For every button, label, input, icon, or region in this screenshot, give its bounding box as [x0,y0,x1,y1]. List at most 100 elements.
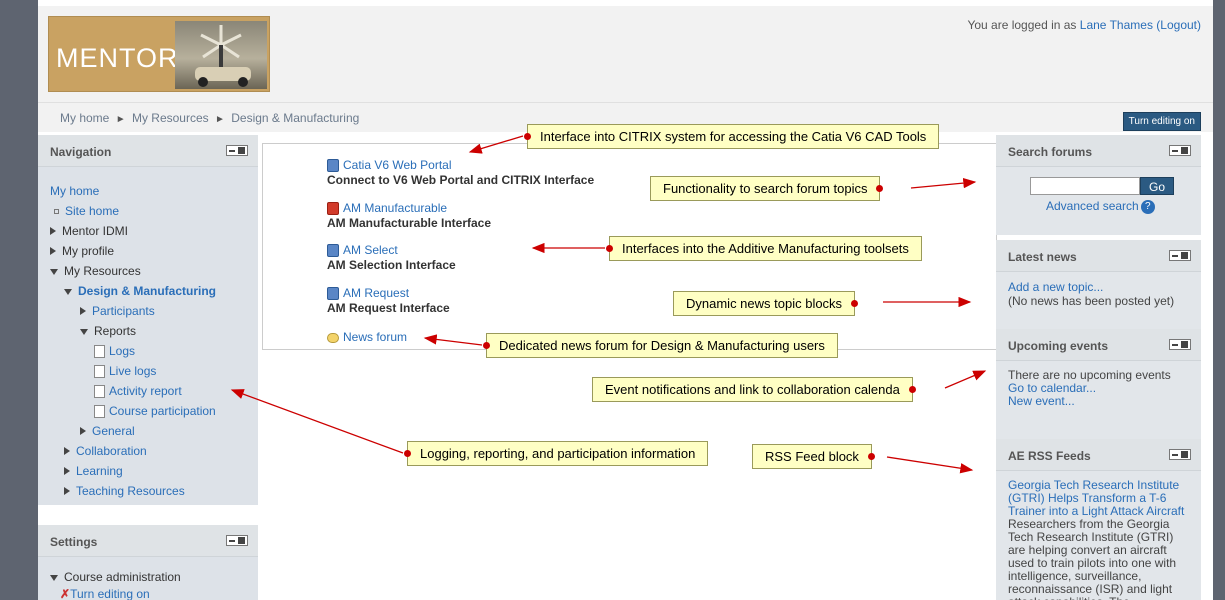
collapse-arrow-icon[interactable] [50,268,58,275]
rss-feeds-body: Georgia Tech Research Institute (GTRI) H… [996,471,1201,600]
logout-link[interactable]: (Logout) [1156,18,1201,32]
nav-label[interactable]: Teaching Resources [76,484,185,498]
nav-label: My profile [62,244,115,258]
expand-arrow-icon[interactable] [64,467,70,475]
activity-am-manufacturable[interactable]: AM Manufacturable AM Manufacturable Inte… [327,201,491,230]
search-forums-block: Search forums Go Advanced search? [996,135,1201,235]
nav-label[interactable]: Course participation [109,404,216,418]
activity-link[interactable]: AM Manufacturable [343,201,447,215]
collapse-arrow-icon[interactable] [50,574,58,581]
dock-block-icon[interactable] [1169,339,1191,350]
nav-item-live-logs[interactable]: Live logs [50,361,216,381]
rss-headline-link[interactable]: Georgia Tech Research Institute (GTRI) H… [1008,479,1189,518]
settings-turn-editing-on[interactable]: ✗Turn editing on [50,586,181,600]
add-topic-link[interactable]: Add a new topic... [1008,280,1189,294]
nav-item-course-participation[interactable]: Course participation [50,401,216,421]
nav-item-mentor-idmi[interactable]: Mentor IDMI [50,221,216,241]
breadcrumb-my-home[interactable]: My home [60,111,109,125]
nav-item-learning[interactable]: Learning [50,461,216,481]
advanced-search-label[interactable]: Advanced search [1046,199,1139,213]
callout-dot [483,342,490,349]
nav-item-general[interactable]: General [50,421,216,441]
turn-editing-on-button[interactable]: Turn editing on [1122,112,1201,131]
nav-label[interactable]: My home [50,184,99,198]
nav-label[interactable]: Collaboration [76,444,147,458]
nav-item-reports[interactable]: Reports [50,321,216,341]
nav-label[interactable]: Participants [92,304,155,318]
advanced-search-link[interactable]: Advanced search? [1046,199,1155,214]
expand-arrow-icon[interactable] [80,307,86,315]
callout-dot [908,386,916,393]
nav-item-collaboration[interactable]: Collaboration [50,441,216,461]
header: MENTOR You are logged in as Lane Thames … [38,6,1213,102]
nav-label[interactable]: General [92,424,135,438]
forum-icon [327,332,339,343]
activity-description: AM Manufacturable Interface [327,216,492,231]
expand-arrow-icon[interactable] [64,487,70,495]
activity-link[interactable]: AM Request [343,286,409,300]
breadcrumb-my-resources[interactable]: My Resources [132,111,209,125]
callout-dot [851,300,859,307]
rss-feeds-header: AE RSS Feeds [996,439,1201,471]
logo-image [175,21,267,89]
activity-am-request[interactable]: AM Request AM Request Interface [327,286,450,315]
nav-item-design-manufacturing[interactable]: Design & Manufacturing [50,281,216,301]
search-forums-input[interactable] [1030,177,1140,195]
settings-block-header: Settings [38,525,258,557]
collapse-arrow-icon[interactable] [64,288,72,295]
callout-dot [404,450,411,457]
expand-arrow-icon[interactable] [50,227,56,235]
nav-item-my-home[interactable]: My home [50,181,216,201]
new-event-link[interactable]: New event... [1008,395,1189,408]
nav-label[interactable]: Design & Manufacturing [78,284,216,298]
expand-arrow-icon[interactable] [50,247,56,255]
latest-news-block: Latest news Add a new topic... (No news … [996,240,1201,332]
nav-item-my-resources[interactable]: My Resources [50,261,216,281]
latest-news-body: Add a new topic... (No news has been pos… [996,272,1201,316]
activity-link[interactable]: Catia V6 Web Portal [343,158,452,172]
dock-block-icon[interactable] [1169,250,1191,261]
search-go-button[interactable]: Go [1140,177,1174,195]
nav-label[interactable]: Learning [76,464,123,478]
callout-text: Logging, reporting, and participation in… [420,446,696,461]
dock-block-icon[interactable] [226,535,248,546]
nav-item-participants[interactable]: Participants [50,301,216,321]
activity-link[interactable]: AM Select [343,243,398,257]
nav-label[interactable]: Live logs [109,364,156,378]
dock-block-icon[interactable] [1169,145,1191,156]
settings-label[interactable]: Turn editing on [70,587,150,600]
dock-block-icon[interactable] [226,145,248,156]
expand-arrow-icon[interactable] [80,427,86,435]
activity-am-select[interactable]: AM Select AM Selection Interface [327,243,456,272]
nav-item-site-home[interactable]: Site home [50,201,216,221]
user-name-link[interactable]: Lane Thames [1080,18,1153,32]
nav-item-teaching-resources[interactable]: Teaching Resources [50,481,216,501]
nav-label[interactable]: Activity report [109,384,182,398]
nav-label[interactable]: Site home [65,204,119,218]
callout-events: Event notifications and link to collabor… [592,377,916,402]
latest-news-title: Latest news [1008,250,1077,264]
callout-news-forum: Dedicated news forum for Design & Manufa… [483,333,838,358]
web-page-icon [327,287,339,301]
settings-block: Settings Course administration ✗Turn edi… [38,525,258,600]
activity-description: Connect to V6 Web Portal and CITRIX Inte… [327,173,595,188]
upcoming-events-title: Upcoming events [1008,339,1109,353]
upcoming-events-block: Upcoming events There are no upcoming ev… [996,329,1201,439]
collapse-arrow-icon[interactable] [80,328,88,335]
dock-block-icon[interactable] [1169,449,1191,460]
activity-link[interactable]: News forum [343,330,407,344]
activity-catia-portal[interactable]: Catia V6 Web Portal Connect to V6 Web Po… [327,158,594,187]
site-logo[interactable]: MENTOR [48,16,270,92]
activity-news-forum[interactable]: News forum [327,330,407,344]
nav-item-logs[interactable]: Logs [50,341,216,361]
breadcrumb-design-manufacturing[interactable]: Design & Manufacturing [231,111,359,125]
help-icon[interactable]: ? [1140,199,1155,214]
settings-course-administration[interactable]: Course administration [50,569,181,586]
nav-label[interactable]: Logs [109,344,135,358]
expand-arrow-icon[interactable] [64,447,70,455]
report-icon [94,365,105,379]
nav-item-my-profile[interactable]: My profile [50,241,216,261]
upcoming-events-header: Upcoming events [996,329,1201,361]
nav-item-activity-report[interactable]: Activity report [50,381,216,401]
nav-label: Mentor IDMI [62,224,129,238]
